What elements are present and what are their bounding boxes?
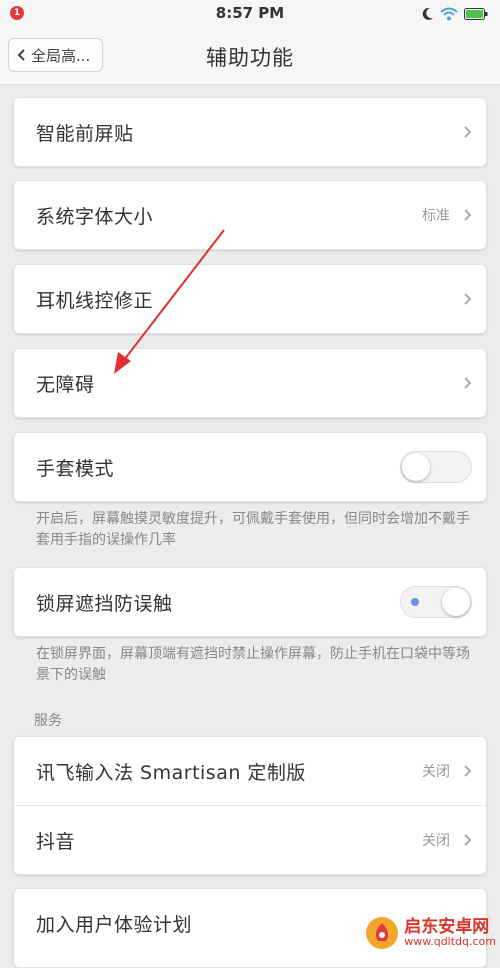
card-headset: 耳机线控修正: [13, 264, 487, 334]
row-label: 加入用户体验计划: [36, 913, 193, 936]
lock-screen-block-toggle[interactable]: [400, 586, 472, 618]
row-label: 无障碍: [36, 373, 95, 396]
title-bar: 全局高... 辅助功能: [0, 28, 500, 85]
row-label: 抖音: [36, 830, 76, 853]
row-label: 锁屏遮挡防误触: [36, 592, 173, 615]
chevron-right-icon: [464, 293, 472, 305]
moon-icon: [422, 7, 433, 20]
row-smart-screen[interactable]: 智能前屏贴: [14, 98, 486, 166]
row-service-douyin[interactable]: 抖音 关闭: [14, 806, 486, 874]
glove-mode-note: 开启后，屏幕触摸灵敏度提升，可佩戴手套使用，但同时会增加不戴手套用手指的误操作几…: [36, 511, 470, 548]
row-accessibility[interactable]: 无障碍: [14, 349, 486, 417]
section-header-services: 服务: [34, 713, 62, 729]
card-lock-screen-block: 锁屏遮挡防误触: [13, 567, 487, 637]
watermark: 启东安卓网 www.qdltdq.com: [364, 915, 496, 951]
chevron-right-icon: [464, 126, 472, 138]
row-label: 手套模式: [36, 457, 115, 480]
chevron-right-icon: [464, 209, 472, 221]
wifi-icon: [440, 7, 458, 21]
toggle-knob: [402, 453, 430, 481]
row-value: 关闭: [422, 833, 450, 849]
status-icons: [422, 6, 488, 22]
watermark-title: 启东安卓网: [404, 916, 490, 937]
row-label: 智能前屏贴: [36, 122, 134, 145]
page-title: 辅助功能: [206, 46, 294, 70]
card-smart-screen: 智能前屏贴: [13, 97, 487, 167]
glove-mode-toggle[interactable]: [400, 451, 472, 483]
row-headset[interactable]: 耳机线控修正: [14, 265, 486, 333]
card-glove-mode: 手套模式: [13, 432, 487, 502]
chevron-right-icon: [464, 765, 472, 777]
row-font-size[interactable]: 系统字体大小 标准: [14, 181, 486, 249]
row-label: 讯飞输入法 Smartisan 定制版: [36, 761, 306, 784]
row-label: 耳机线控修正: [36, 289, 154, 312]
card-font-size: 系统字体大小 标准: [13, 180, 487, 250]
card-services: 讯飞输入法 Smartisan 定制版 关闭 抖音 关闭: [13, 736, 487, 875]
toggle-knob: [442, 588, 470, 616]
toggle-on-indicator: [411, 598, 419, 606]
row-service-ifly[interactable]: 讯飞输入法 Smartisan 定制版 关闭: [14, 737, 486, 805]
battery-icon: [464, 8, 488, 20]
lock-screen-block-note: 在锁屏界面，屏幕顶端有遮挡时禁止操作屏幕，防止手机在口袋中等场景下的误触: [36, 646, 470, 683]
row-lock-screen-block: 锁屏遮挡防误触: [14, 568, 486, 636]
status-bar: 1 8:57 PM: [0, 0, 500, 28]
row-glove-mode: 手套模式: [14, 433, 486, 501]
watermark-url: www.qdltdq.com: [404, 935, 496, 949]
chevron-right-icon: [464, 834, 472, 846]
watermark-logo-icon: [366, 917, 399, 949]
row-value: 关闭: [422, 764, 450, 780]
card-accessibility: 无障碍: [13, 348, 487, 418]
chevron-right-icon: [464, 377, 472, 389]
row-value: 标准: [422, 208, 450, 224]
row-label: 系统字体大小: [36, 205, 154, 228]
